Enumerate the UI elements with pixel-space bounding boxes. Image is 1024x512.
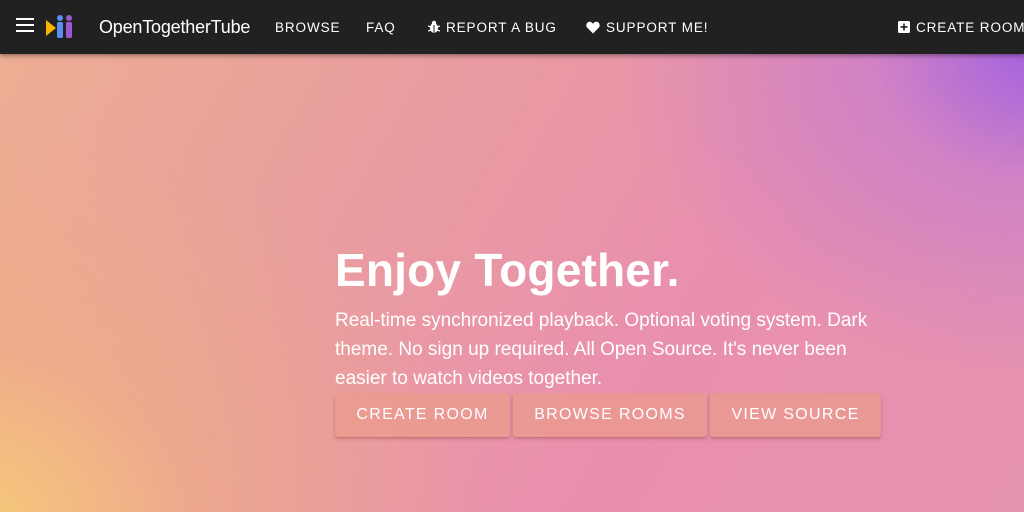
hero-title: Enjoy Together. [335, 244, 680, 296]
plus-box-icon [898, 21, 910, 33]
nav-support-label: SUPPORT ME! [606, 19, 709, 35]
nav-faq-label: FAQ [366, 19, 396, 35]
nav-report-bug-label: REPORT A BUG [446, 19, 557, 35]
brand-title[interactable]: OpenTogetherTube [99, 15, 250, 39]
nav-create-room-button[interactable]: CREATE ROOM [898, 17, 1024, 37]
nav-faq-button[interactable]: FAQ [366, 17, 396, 37]
heart-icon [586, 21, 600, 34]
browse-rooms-button[interactable]: BROWSE ROOMS [513, 393, 707, 437]
app-bar: OpenTogetherTube BROWSE FAQ REPORT A BUG [0, 0, 1024, 54]
nav-browse-label: BROWSE [275, 19, 341, 35]
hero-description: Real-time synchronized playback. Optiona… [335, 310, 868, 389]
menu-icon [16, 17, 34, 37]
nav-browse-button[interactable]: BROWSE [275, 17, 340, 37]
menu-button[interactable] [13, 15, 37, 39]
create-room-button[interactable]: CREATE ROOM [335, 393, 510, 437]
view-source-button[interactable]: VIEW SOURCE [710, 393, 881, 437]
page: OpenTogetherTube BROWSE FAQ REPORT A BUG [0, 0, 1024, 512]
opentogethertube-logo[interactable] [46, 14, 76, 40]
nav-support-button[interactable]: SUPPORT ME! [586, 17, 708, 37]
bug-icon [428, 20, 440, 34]
nav-create-room-label: CREATE ROOM [916, 19, 1024, 35]
nav-report-bug-button[interactable]: REPORT A BUG [428, 17, 557, 37]
